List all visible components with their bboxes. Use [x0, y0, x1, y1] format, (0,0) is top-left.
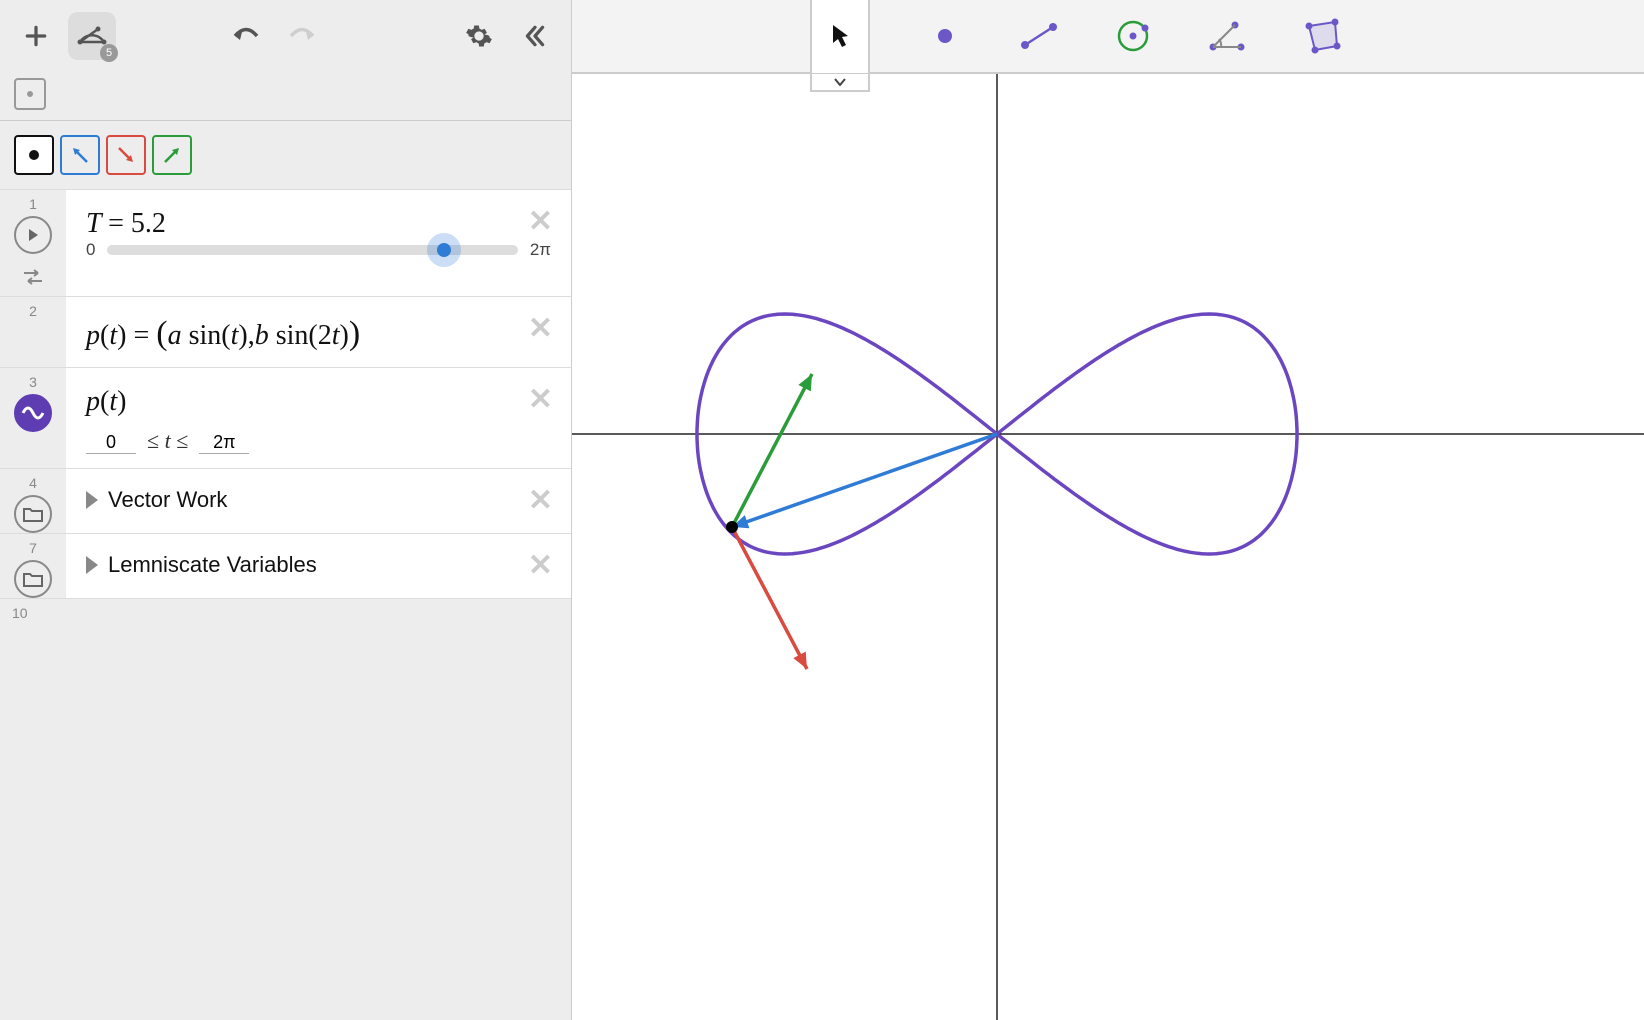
collapse-sidebar-button[interactable]	[511, 12, 559, 60]
expression-index: 2	[29, 303, 37, 319]
delete-expression-button[interactable]: ✕	[528, 483, 553, 518]
expression-row[interactable]: 7 Lemniscate Variables ✕	[0, 533, 571, 599]
expression-row[interactable]: 1 T = 5.2 0 2π ✕	[0, 189, 571, 297]
angle-tool[interactable]	[1200, 9, 1254, 63]
domain-upper-input[interactable]	[199, 432, 249, 454]
expression-index: 3	[29, 374, 37, 390]
slider-max[interactable]: 2π	[530, 240, 551, 260]
add-expression-button[interactable]	[12, 12, 60, 60]
sidebar-topbar: 5	[0, 0, 571, 72]
slider-track[interactable]	[107, 245, 517, 255]
folder-icon[interactable]	[14, 560, 52, 598]
folder-title[interactable]: Lemniscate Variables	[86, 552, 551, 578]
style-vector-red[interactable]	[106, 135, 146, 175]
redo-button[interactable]	[278, 12, 326, 60]
acceleration-vector	[732, 527, 807, 669]
slider-min[interactable]: 0	[86, 240, 95, 260]
point-on-curve	[726, 521, 738, 533]
expression-list: 1 T = 5.2 0 2π ✕ 2	[0, 189, 571, 1020]
delete-expression-button[interactable]: ✕	[528, 382, 553, 417]
style-vector-green[interactable]	[152, 135, 192, 175]
expression-index: 7	[29, 540, 37, 556]
expression-label[interactable]: p(t) = (a sin(t),b sin(2t))	[86, 315, 551, 353]
visibility-toggle[interactable]	[14, 78, 46, 110]
next-index-label: 10	[0, 599, 571, 649]
undo-button[interactable]	[222, 12, 270, 60]
curve-visibility-toggle[interactable]	[14, 394, 52, 432]
parametric-domain: ≤ t ≤	[86, 418, 551, 454]
delete-expression-button[interactable]: ✕	[528, 548, 553, 583]
settings-button[interactable]	[455, 12, 503, 60]
slider-mode-button[interactable]	[14, 258, 52, 296]
expression-row[interactable]: 2 p(t) = (a sin(t),b sin(2t)) ✕	[0, 296, 571, 368]
color-style-row	[0, 121, 571, 189]
expression-row[interactable]: 3 p(t) ≤ t ≤ ✕	[0, 367, 571, 469]
play-slider-button[interactable]	[14, 216, 52, 254]
tool-count-badge: 5	[100, 44, 118, 62]
domain-lower-input[interactable]	[86, 432, 136, 454]
folder-icon[interactable]	[14, 495, 52, 533]
move-tool[interactable]	[810, 0, 870, 74]
delete-expression-button[interactable]: ✕	[528, 204, 553, 239]
expression-row[interactable]: 4 Vector Work ✕	[0, 468, 571, 534]
visibility-row	[0, 72, 571, 121]
folder-title[interactable]: Vector Work	[86, 487, 551, 513]
expression-label[interactable]: p(t)	[86, 386, 551, 418]
expression-index: 4	[29, 475, 37, 491]
caret-right-icon	[86, 556, 98, 574]
graph-toolbar	[572, 0, 1644, 74]
expression-sidebar: 5 1 T = 5.	[0, 0, 572, 1020]
style-point-black[interactable]	[14, 135, 54, 175]
slider-thumb[interactable]	[437, 243, 451, 257]
expression-index: 1	[29, 196, 37, 212]
caret-right-icon	[86, 491, 98, 509]
style-vector-blue[interactable]	[60, 135, 100, 175]
circle-tool[interactable]	[1106, 9, 1160, 63]
geometry-tool-button[interactable]: 5	[68, 12, 116, 60]
delete-expression-button[interactable]: ✕	[528, 311, 553, 346]
polygon-tool[interactable]	[1294, 9, 1348, 63]
point-tool[interactable]	[918, 9, 972, 63]
graph-area[interactable]	[572, 0, 1644, 1020]
expression-label[interactable]: T = 5.2	[86, 208, 551, 240]
line-tool[interactable]	[1012, 9, 1066, 63]
plot-canvas[interactable]	[572, 74, 1644, 1020]
